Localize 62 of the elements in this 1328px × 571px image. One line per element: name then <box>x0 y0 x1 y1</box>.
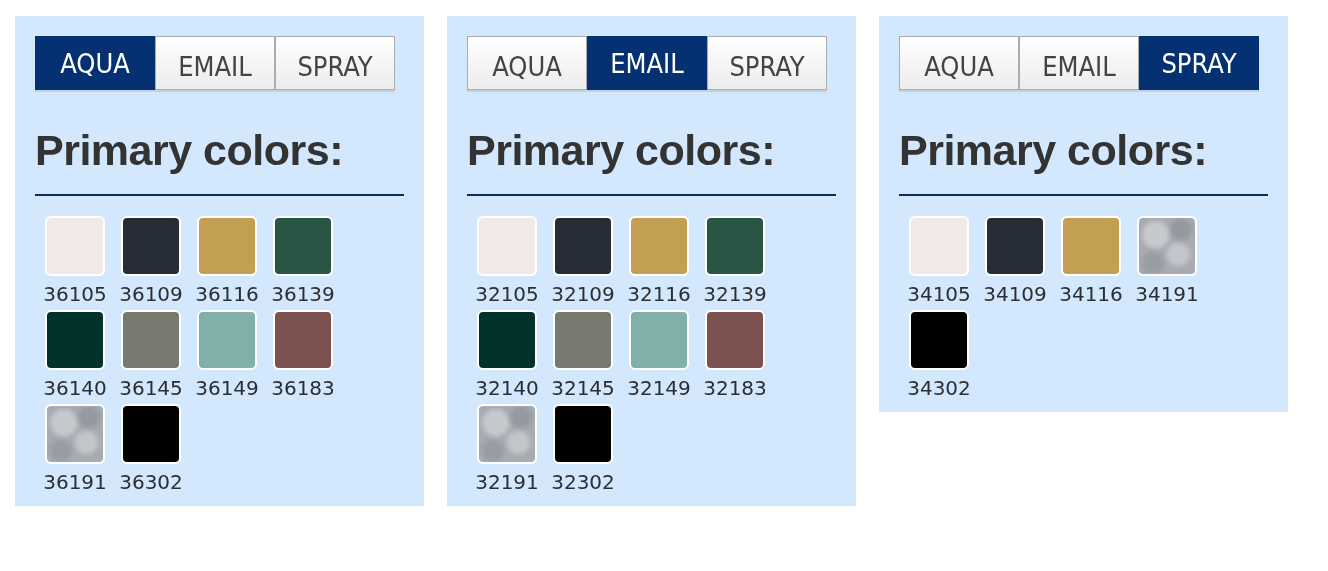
color-code: 34191 <box>1135 282 1199 306</box>
color-code: 36145 <box>119 376 183 400</box>
color-code: 32191 <box>475 470 539 494</box>
color-swatch[interactable] <box>553 216 613 276</box>
color-code: 36183 <box>271 376 335 400</box>
color-swatch[interactable] <box>45 216 105 276</box>
color-swatch[interactable] <box>553 404 613 464</box>
color-code: 32116 <box>627 282 691 306</box>
color-code: 36191 <box>43 470 107 494</box>
color-code: 34302 <box>907 376 971 400</box>
color-code: 34116 <box>1059 282 1123 306</box>
section-heading: Primary colors: <box>467 125 776 176</box>
color-code: 32139 <box>703 282 767 306</box>
color-code: 36140 <box>43 376 107 400</box>
color-code: 36149 <box>195 376 259 400</box>
color-code: 32109 <box>551 282 615 306</box>
color-code: 32140 <box>475 376 539 400</box>
color-code: 36116 <box>195 282 259 306</box>
tab[interactable]: AQUA <box>899 36 1019 90</box>
color-swatch[interactable] <box>909 216 969 276</box>
color-code: 34105 <box>907 282 971 306</box>
tab[interactable]: EMAIL <box>155 36 275 90</box>
color-code: 36105 <box>43 282 107 306</box>
tab[interactable]: EMAIL <box>1019 36 1139 90</box>
color-swatch[interactable] <box>477 310 537 370</box>
color-swatch[interactable] <box>1061 216 1121 276</box>
color-swatch[interactable] <box>197 310 257 370</box>
tab[interactable]: SPRAY <box>275 36 395 90</box>
color-code: 36302 <box>119 470 183 494</box>
color-swatch[interactable] <box>705 216 765 276</box>
color-swatch[interactable] <box>197 216 257 276</box>
section-heading: Primary colors: <box>35 125 344 176</box>
color-swatch[interactable] <box>629 216 689 276</box>
color-code: 32145 <box>551 376 615 400</box>
color-swatch[interactable] <box>477 404 537 464</box>
color-swatch[interactable] <box>477 216 537 276</box>
color-swatch[interactable] <box>629 310 689 370</box>
color-code: 32302 <box>551 470 615 494</box>
tab[interactable]: SPRAY <box>707 36 827 90</box>
color-swatch[interactable] <box>121 310 181 370</box>
color-swatch[interactable] <box>45 310 105 370</box>
color-swatch[interactable] <box>273 216 333 276</box>
color-swatch[interactable] <box>705 310 765 370</box>
color-code: 32105 <box>475 282 539 306</box>
color-swatch[interactable] <box>45 404 105 464</box>
color-swatch[interactable] <box>273 310 333 370</box>
color-swatch[interactable] <box>1137 216 1197 276</box>
color-code: 36109 <box>119 282 183 306</box>
color-swatch[interactable] <box>909 310 969 370</box>
color-swatch[interactable] <box>553 310 613 370</box>
color-code: 36139 <box>271 282 335 306</box>
tab[interactable]: SPRAY <box>1139 36 1259 90</box>
color-code: 32183 <box>703 376 767 400</box>
color-code: 32149 <box>627 376 691 400</box>
color-code: 34109 <box>983 282 1047 306</box>
section-heading: Primary colors: <box>899 125 1208 176</box>
tab[interactable]: AQUA <box>35 36 155 90</box>
tab[interactable]: AQUA <box>467 36 587 90</box>
color-swatch[interactable] <box>985 216 1045 276</box>
tab[interactable]: EMAIL <box>587 36 707 90</box>
color-swatch[interactable] <box>121 404 181 464</box>
color-swatch[interactable] <box>121 216 181 276</box>
